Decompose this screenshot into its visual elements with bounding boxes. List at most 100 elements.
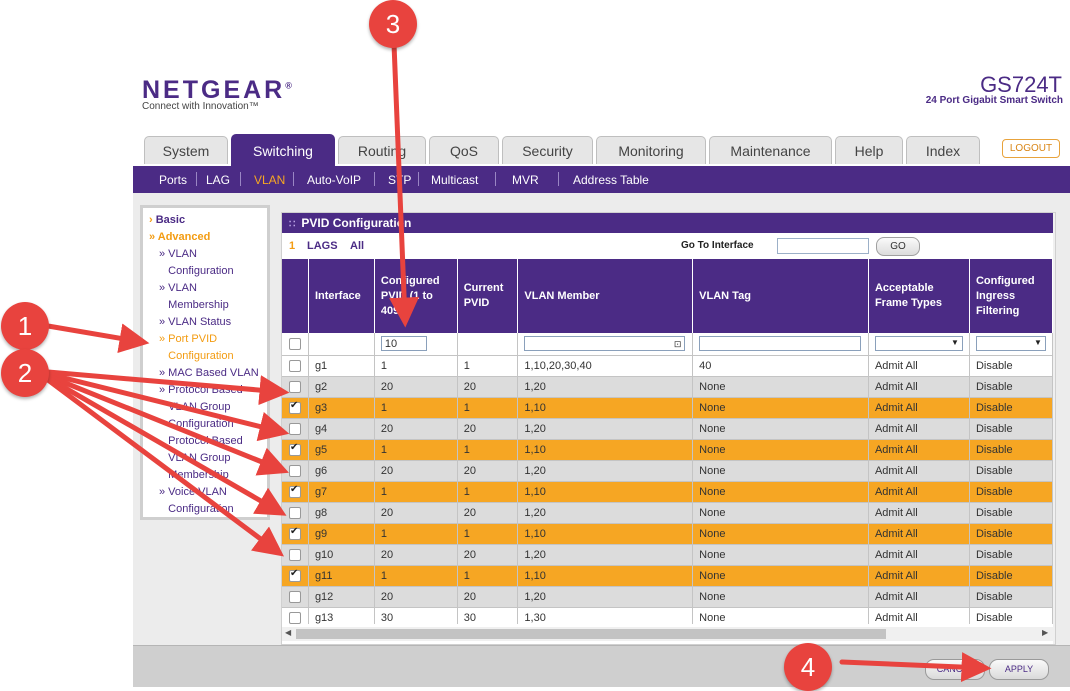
goto-interface-input[interactable] <box>777 238 869 254</box>
annotation-badge-2: 2 <box>1 349 49 397</box>
ingress-filtering-select[interactable] <box>975 336 1046 352</box>
subnav-multicast[interactable]: Multicast <box>431 173 478 187</box>
subnav-ports[interactable]: Ports <box>159 173 187 187</box>
logout-button[interactable]: LOGOUT <box>1002 139 1060 158</box>
current-pvid-cell: 1 <box>457 439 519 461</box>
table-row[interactable]: g4 20 20 1,20 None Admit All Disable <box>282 418 1053 440</box>
row-checkbox[interactable] <box>288 506 301 519</box>
row-select-cell <box>282 607 309 624</box>
table-row[interactable]: g11111,10NoneAdmit AllDisable <box>282 565 1053 587</box>
frame-types-select[interactable] <box>874 336 963 352</box>
table-row[interactable]: g13 30 30 1,30 None Admit All Disable <box>282 607 1053 624</box>
subnav-stp[interactable]: STP <box>388 173 411 187</box>
menu-protocol-group-configuration[interactable]: » Protocol Based VLAN Group Configuratio… <box>159 382 243 433</box>
vlan-member-cell: 1,10 <box>517 565 694 587</box>
interface-cell: g6 <box>308 460 375 482</box>
current-pvid-cell: 1 <box>457 397 519 419</box>
subnav-lag[interactable]: LAG <box>206 173 230 187</box>
lags-link[interactable]: LAGS <box>307 240 338 252</box>
product-description: 24 Port Gigabit Smart Switch <box>925 95 1063 106</box>
ingress-filtering-cell: Disable <box>969 439 1053 461</box>
scroll-right-icon[interactable]: ▶ <box>1042 628 1048 637</box>
row-checkbox[interactable] <box>288 464 301 477</box>
vlan-member-cell: 1,10 <box>517 481 694 503</box>
tab-monitoring[interactable]: Monitoring <box>596 136 706 164</box>
menu-advanced[interactable]: » Advanced <box>149 229 210 246</box>
vlan-member-cell: 1,10 <box>517 439 694 461</box>
row-checkbox[interactable] <box>288 590 301 603</box>
interface-cell: g12 <box>308 586 375 608</box>
table-row[interactable]: g3111,10NoneAdmit AllDisable <box>282 397 1053 419</box>
table-row[interactable]: g2 20 20 1,20 None Admit All Disable <box>282 376 1053 398</box>
current-pvid-cell: 20 <box>457 418 519 440</box>
subnav-address-table[interactable]: Address Table <box>573 173 649 187</box>
tab-system[interactable]: System <box>144 136 228 164</box>
menu-basic[interactable]: › Basic <box>149 212 185 229</box>
interface-cell: g10 <box>308 544 375 566</box>
table-row[interactable]: g10 20 20 1,20 None Admit All Disable <box>282 544 1053 566</box>
scroll-left-icon[interactable]: ◀ <box>285 628 291 637</box>
configured-pvid-cell: 20 <box>374 376 458 398</box>
menu-mac-based-vlan[interactable]: » MAC Based VLAN <box>159 365 259 382</box>
horizontal-scroll-thumb[interactable] <box>296 629 886 639</box>
row-checkbox[interactable] <box>288 400 301 414</box>
subnav-vlan[interactable]: VLAN <box>254 173 285 187</box>
table-row[interactable]: g8 20 20 1,20 None Admit All Disable <box>282 502 1053 524</box>
row-checkbox[interactable] <box>288 611 301 624</box>
tab-index[interactable]: Index <box>906 136 980 164</box>
configured-pvid-cell: 1 <box>374 565 458 587</box>
table-row[interactable]: g12 20 20 1,20 None Admit All Disable <box>282 586 1053 608</box>
subnav-divider <box>558 172 559 186</box>
tab-qos[interactable]: QoS <box>429 136 499 164</box>
tab-security[interactable]: Security <box>502 136 593 164</box>
tab-switching[interactable]: Switching <box>231 134 335 166</box>
go-button[interactable]: GO <box>876 237 920 256</box>
horizontal-scrollbar[interactable]: ◀ ▶ <box>282 627 1053 641</box>
row-checkbox[interactable] <box>288 442 301 456</box>
ingress-filtering-cell: Disable <box>969 460 1053 482</box>
configured-pvid-input[interactable]: 10 <box>380 336 427 352</box>
table-row[interactable]: g7111,10NoneAdmit AllDisable <box>282 481 1053 503</box>
apply-button[interactable]: APPLY <box>989 659 1049 680</box>
tab-routing[interactable]: Routing <box>338 136 426 164</box>
table-row[interactable]: g6 20 20 1,20 None Admit All Disable <box>282 460 1053 482</box>
select-all-checkbox[interactable] <box>288 337 301 350</box>
table-row[interactable]: g5111,10NoneAdmit AllDisable <box>282 439 1053 461</box>
row-checkbox[interactable] <box>288 568 301 582</box>
vertical-scroll-thumb[interactable] <box>1055 229 1056 439</box>
row-checkbox[interactable] <box>288 484 301 498</box>
current-pvid-cell: 1 <box>457 523 519 545</box>
table-row[interactable]: g1 1 1 1,10,20,30,40 40 Admit All Disable <box>282 355 1053 377</box>
vlan-tag-input[interactable] <box>699 336 862 352</box>
row-checkbox[interactable] <box>288 548 301 561</box>
row-checkbox[interactable] <box>288 526 301 540</box>
subnav-mvr[interactable]: MVR <box>512 173 539 187</box>
menu-port-pvid-configuration[interactable]: » Port PVID Configuration <box>159 331 234 365</box>
goto-interface-label: Go To Interface <box>681 240 754 251</box>
subnav-auto-voip[interactable]: Auto-VoIP <box>307 173 361 187</box>
menu-vlan-status[interactable]: » VLAN Status <box>159 314 231 331</box>
vlan-member-input[interactable]: ⊡ <box>524 336 686 352</box>
table-header-row: Interface Configured PVID (1 to 4093) Cu… <box>282 259 1053 333</box>
all-link[interactable]: All <box>350 240 364 252</box>
menu-vlan-membership[interactable]: » VLAN Membership <box>159 280 229 314</box>
menu-vlan-configuration[interactable]: » VLAN Configuration <box>159 246 234 280</box>
menu-protocol-group-membership[interactable]: Protocol Based VLAN Group Membership <box>159 433 243 484</box>
current-pvid-cell: 20 <box>457 544 519 566</box>
tab-maintenance[interactable]: Maintenance <box>709 136 832 164</box>
vlan-tag-cell: None <box>692 439 869 461</box>
interface-cell: g9 <box>308 523 375 545</box>
row-checkbox[interactable] <box>288 359 301 372</box>
row-checkbox[interactable] <box>288 422 301 435</box>
row-select-cell <box>282 418 309 440</box>
subnav-divider <box>240 172 241 186</box>
cancel-button[interactable]: CANCEL <box>925 659 985 680</box>
table-row[interactable]: g9111,10NoneAdmit AllDisable <box>282 523 1053 545</box>
vlan-member-picker-icon[interactable]: ⊡ <box>674 337 682 352</box>
tab-help[interactable]: Help <box>835 136 903 164</box>
row-checkbox[interactable] <box>288 380 301 393</box>
ingress-filtering-cell: Disable <box>969 397 1053 419</box>
current-pvid-cell: 20 <box>457 376 519 398</box>
menu-voice-vlan-configuration[interactable]: » Voice VLAN Configuration <box>159 484 234 518</box>
vertical-scrollbar[interactable]: ▲ ▼ <box>1053 213 1056 644</box>
